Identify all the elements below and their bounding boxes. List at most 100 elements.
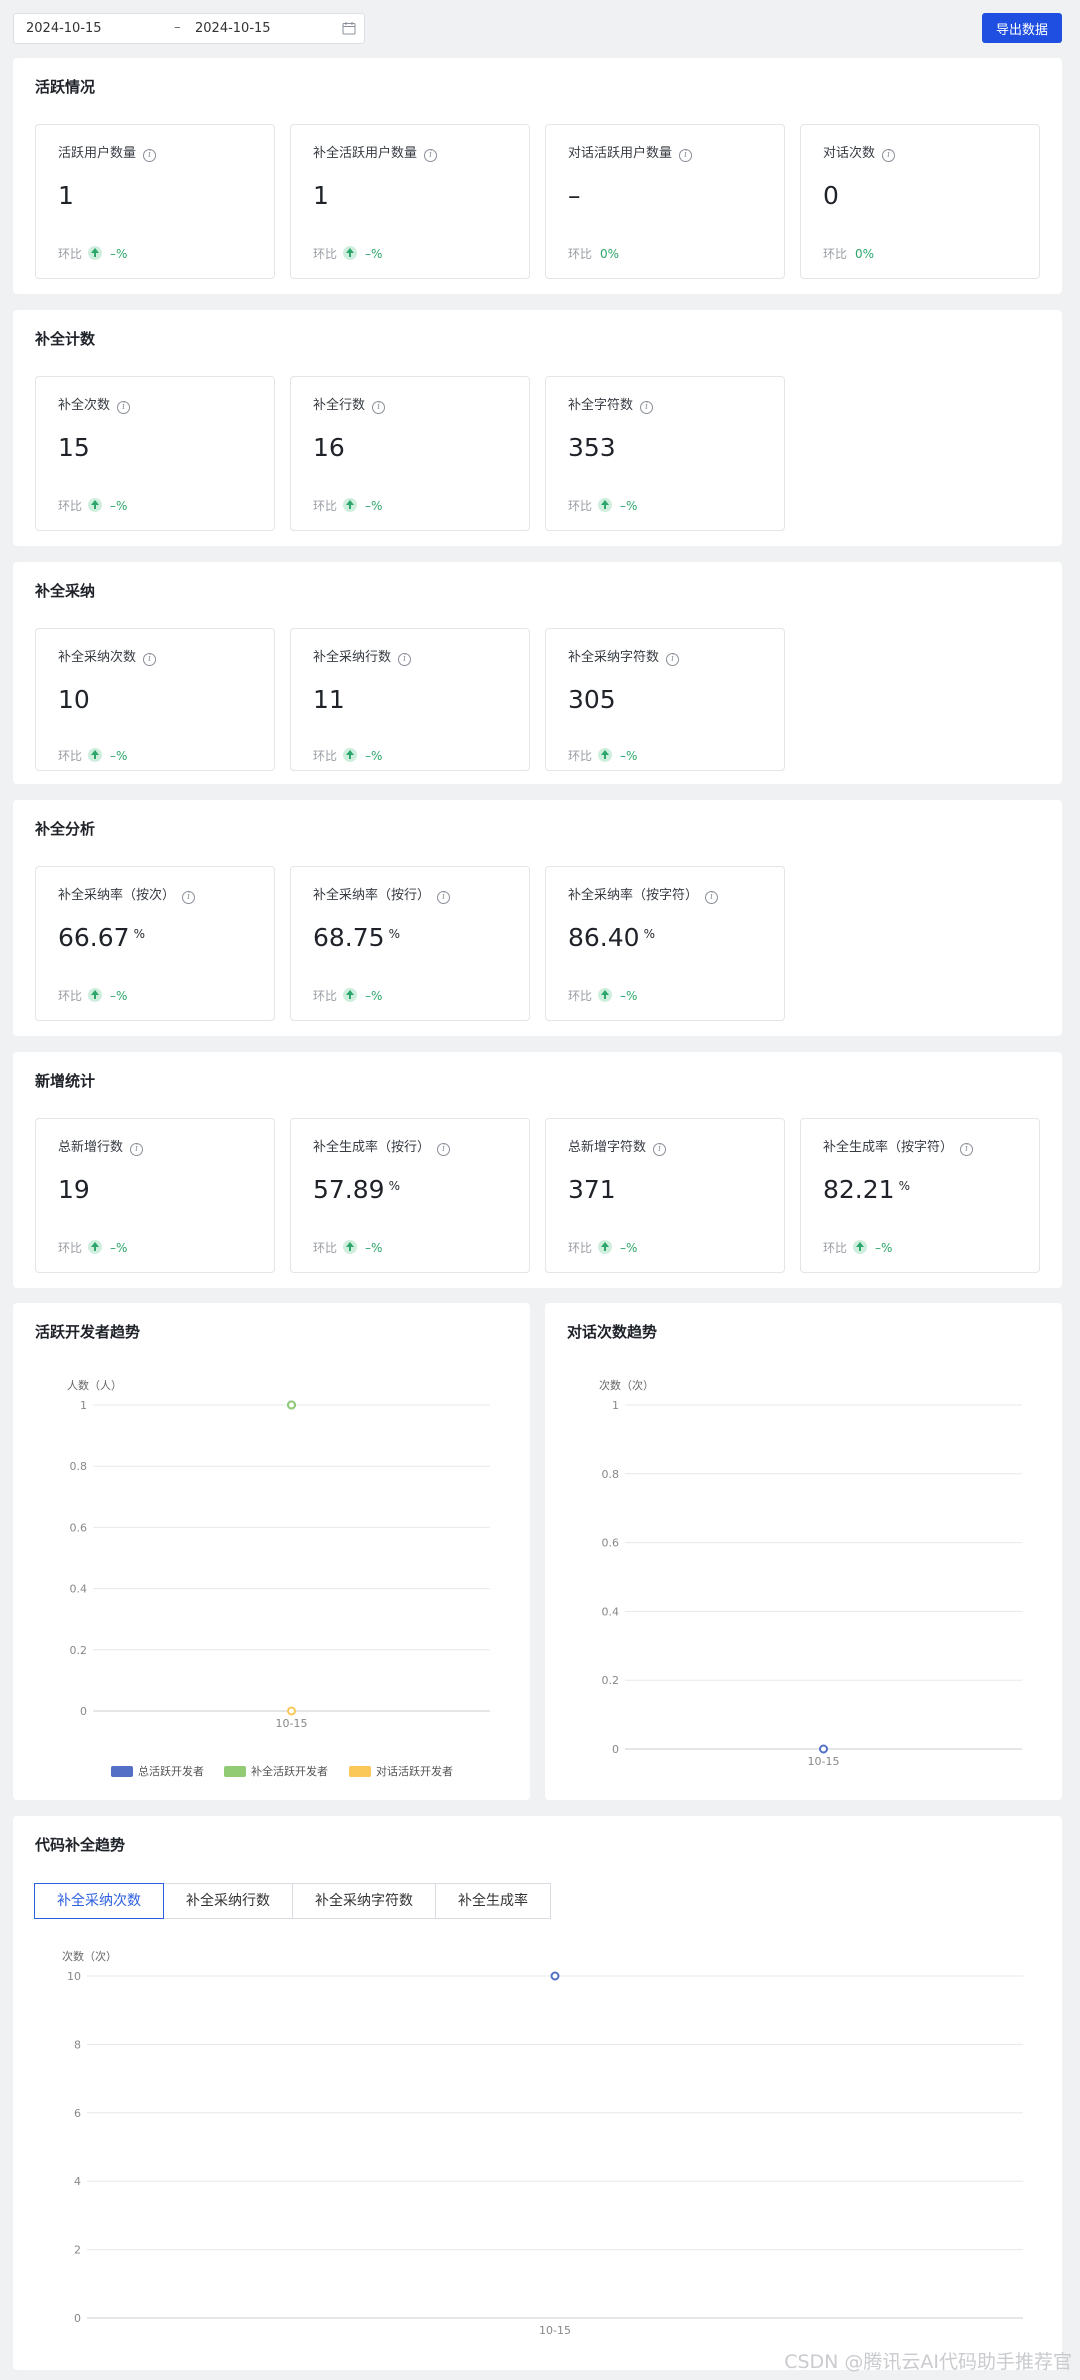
info-icon[interactable]: i [398,653,412,666]
info-icon[interactable]: i [437,1143,451,1156]
info-icon[interactable]: i [653,1143,667,1156]
section-new-stats: 新增统计 总新增行数 i 19 环比 –% 补全生成率（按行） i 57.89% 环比… [13,1052,1062,1288]
metric-card: 补全采纳行数 i 11 环比 –% [290,628,530,771]
metric-unit: % [388,927,400,941]
arrow-up-icon [88,988,103,1002]
metric-card: 对话活跃用户数量 i – 环比 0% [545,124,785,279]
metric-value: 10 [58,685,90,714]
data-point [287,1400,296,1410]
y-tick-label: 0 [612,1743,619,1756]
info-icon[interactable]: i [143,653,157,666]
info-icon[interactable]: i [182,891,196,904]
trend-value: –% [620,989,638,1003]
metric-card: 补全采纳字符数 i 305 环比 –% [545,628,785,771]
metric-value: 353 [568,433,616,462]
metric-label: 总新增字符数 [568,1140,647,1155]
metric-card: 活跃用户数量 i 1 环比 –% [35,124,275,279]
metric-value: 305 [568,685,616,714]
y-axis-label: 次数（次） [599,1378,654,1392]
tab-adoption-chars[interactable]: 补全采纳字符数 [292,1883,436,1919]
y-tick-label: 10 [67,1970,81,1983]
trend-value: –% [620,749,638,763]
metric-unit: % [898,1179,910,1193]
trend-label: 环比 [58,749,83,763]
trend-label: 环比 [568,1241,593,1255]
arrow-up-icon [88,498,103,512]
y-tick-label: 1 [612,1399,619,1412]
chat-count-chart: 次数（次） 0 0.2 0.4 0.6 0.8 1 10-15 [599,1378,1022,1768]
tab-adoption-lines[interactable]: 补全采纳行数 [163,1883,293,1919]
x-tick-label: 10-15 [539,2324,571,2337]
info-icon[interactable]: i [882,149,896,162]
section-title: 补全计数 [35,330,96,348]
metric-label: 补全采纳次数 [58,650,137,665]
y-tick-label: 0.4 [70,1583,88,1596]
info-icon[interactable]: i [960,1143,974,1156]
y-tick-label: 0 [80,1705,87,1718]
metric-value: 371 [568,1175,616,1204]
y-tick-label: 0.8 [70,1460,88,1473]
date-range-picker[interactable]: 2024-10-15 – 2024-10-15 [13,13,365,44]
trend-value: –% [365,499,383,513]
metric-label: 补全采纳率（按行） [313,888,431,903]
trend-label: 环比 [313,1241,338,1255]
metric-value: – [568,181,581,210]
trend-value: –% [365,247,383,261]
filter-bar: 2024-10-15 – 2024-10-15 导出数据 [0,0,1080,56]
y-axis-label: 次数（次） [62,1949,117,1963]
info-icon[interactable]: i [143,149,157,162]
start-date[interactable]: 2024-10-15 [26,21,102,36]
info-icon[interactable]: i [437,891,451,904]
info-icon[interactable]: i [424,149,438,162]
metric-value: 68.75 [313,923,385,952]
y-tick-label: 0.2 [70,1644,88,1657]
info-icon[interactable]: i [640,401,654,414]
metric-card: 补全生成率（按字符） i 82.21% 环比 –% [800,1118,1040,1273]
chart-title: 活跃开发者趋势 [35,1323,141,1341]
trend-label: 环比 [58,1241,83,1255]
metric-label: 补全字符数 [568,398,634,413]
trend-label: 环比 [313,749,338,763]
section-title: 补全采纳 [35,582,96,600]
calendar-icon[interactable] [342,21,356,35]
trend-label: 环比 [568,989,593,1003]
metric-label: 对话次数 [823,146,876,161]
metric-card: 对话次数 i 0 环比 0% [800,124,1040,279]
info-icon[interactable]: i [705,891,719,904]
export-data-button[interactable]: 导出数据 [982,13,1062,43]
info-icon[interactable]: i [130,1143,144,1156]
arrow-up-icon [343,748,358,762]
trend-value: –% [365,749,383,763]
end-date[interactable]: 2024-10-15 [195,21,271,36]
metric-label: 补全生成率（按字符） [823,1140,954,1155]
trend-value: –% [620,499,638,513]
arrow-up-icon [88,1240,103,1254]
info-icon[interactable]: i [666,653,680,666]
trend-value: –% [365,1241,383,1255]
section-active: 活跃情况 活跃用户数量 i 1 环比 –% 补全活跃用户数量 i 1 环比 –% 对话活… [13,58,1062,294]
tab-generation-rate[interactable]: 补全生成率 [435,1883,551,1919]
info-icon[interactable]: i [117,401,131,414]
trend-label: 环比 [58,499,83,513]
trend-label: 环比 [568,749,593,763]
info-icon[interactable]: i [679,149,693,162]
y-tick-label: 0 [74,2312,81,2325]
trend-value: –% [620,1241,638,1255]
trend-value: –% [110,1241,128,1255]
metric-label: 补全活跃用户数量 [313,146,418,161]
tab-adoption-count[interactable]: 补全采纳次数 [34,1883,164,1919]
active-developers-chart: 人数（人） 0 0.2 0.4 0.6 0.8 1 10-15 总活跃开发者 补全活跃开发者 对话活… [67,1379,490,1778]
metric-card: 补全字符数 i 353 环比 –% [545,376,785,531]
data-point [287,1706,296,1716]
arrow-up-icon [88,748,103,762]
arrow-up-icon [853,1240,868,1254]
metric-card: 总新增行数 i 19 环比 –% [35,1118,275,1273]
y-tick-label: 0.4 [602,1605,620,1618]
metric-value: 1 [313,181,329,210]
metric-value: 19 [58,1175,90,1204]
trend-value: 0% [855,247,875,261]
legend-swatch [224,1766,246,1777]
metric-card: 补全生成率（按行） i 57.89% 环比 –% [290,1118,530,1273]
arrow-up-icon [598,1240,613,1254]
info-icon[interactable]: i [372,401,386,414]
